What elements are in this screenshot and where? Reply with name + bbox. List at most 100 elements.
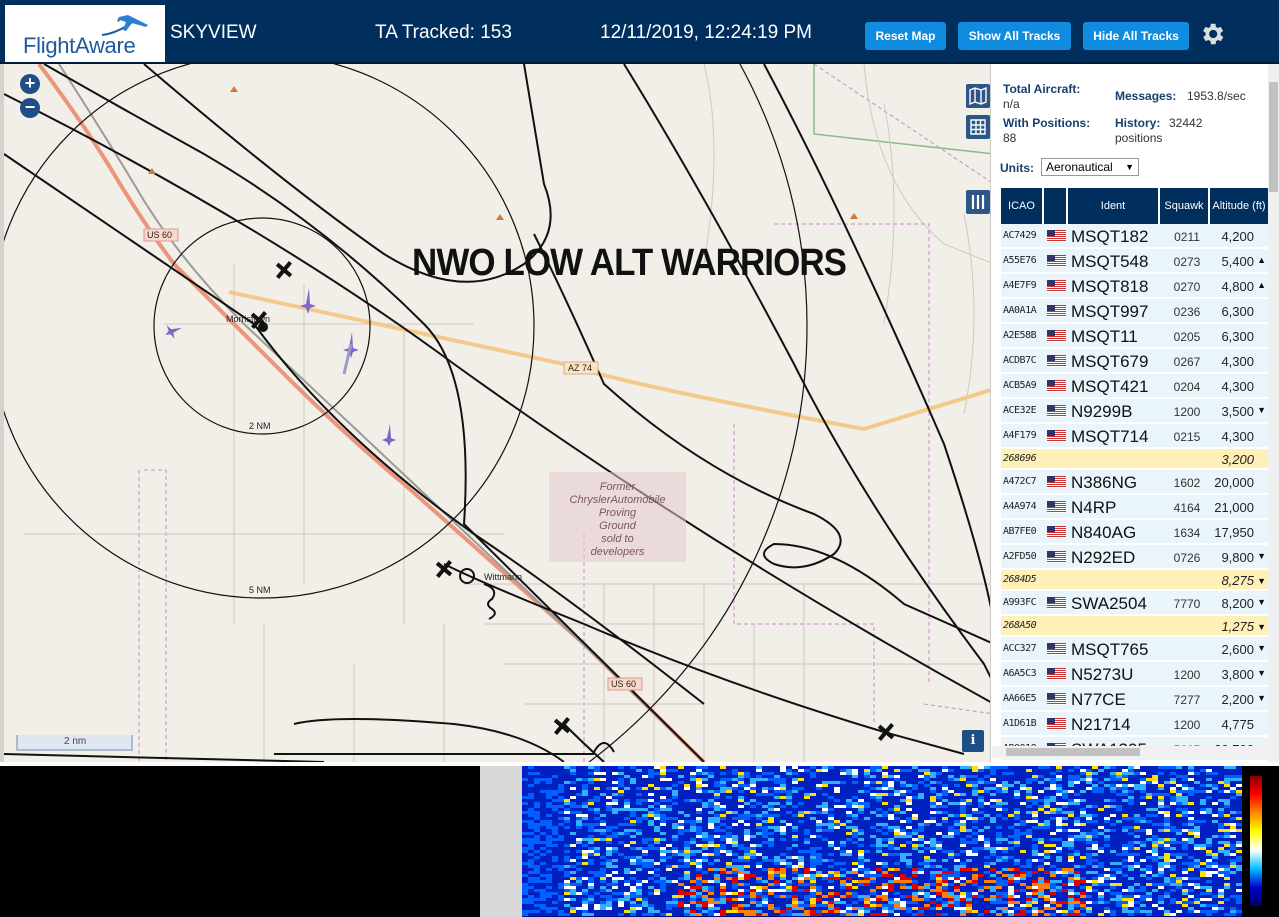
table-row[interactable]: ACB5A9 MSQT421 0204 4,300 [1001, 374, 1268, 398]
flightaware-logo[interactable]: FlightAware [5, 5, 165, 62]
hide-all-tracks-button[interactable]: Hide All Tracks [1083, 22, 1189, 50]
ident-cell: N5273U [1071, 665, 1134, 684]
table-row[interactable]: AB7FE0 N840AG 1634 17,950 [1001, 520, 1268, 544]
squawk-cell: 0205 [1173, 330, 1201, 344]
table-row[interactable]: ACDB7C MSQT679 0267 4,300 [1001, 349, 1268, 373]
table-row[interactable]: A4A974 N4RP 4164 21,000 [1001, 495, 1268, 519]
altitude-trend-icon: ▲ [1257, 280, 1266, 290]
ident-cell: N21714 [1071, 715, 1131, 734]
ident-cell: N4RP [1071, 498, 1117, 517]
altitude-cell: 6,300 [1221, 329, 1254, 344]
altitude-trend-icon: ▲ [1257, 255, 1266, 265]
altitude-cell: 3,500 [1221, 404, 1254, 419]
table-row[interactable]: 268A50 1,275 ▼ [1001, 616, 1268, 636]
with-positions-value: 88 [1003, 131, 1017, 145]
altitude-cell: 4,775 [1221, 717, 1254, 732]
table-row[interactable]: ACE32E N9299B 1200 3,500 ▼ [1001, 399, 1268, 423]
table-row[interactable]: A4E7F9 MSQT818 0270 4,800 ▲ [1001, 274, 1268, 298]
gear-icon[interactable] [1198, 20, 1226, 48]
table-row[interactable]: A4F179 MSQT714 0215 4,300 [1001, 424, 1268, 448]
altitude-trend-icon: ▼ [1257, 597, 1266, 607]
grid-icon[interactable] [966, 115, 990, 139]
map-view[interactable]: + − US 60 AZ 74 US 60 2 NM 5 NM Morristo… [0, 64, 990, 762]
units-select[interactable]: Aeronautical ▼ [1041, 158, 1139, 176]
us-flag-icon [1047, 693, 1066, 705]
colorbar [1250, 776, 1262, 906]
icao-cell: ACDB7C [1003, 355, 1037, 366]
table-row[interactable]: ACC327 MSQT765 2,600 ▼ [1001, 637, 1268, 661]
ident-cell: MSQT997 [1071, 302, 1149, 321]
app-title: SKYVIEW [170, 22, 257, 43]
us-flag-icon [1047, 380, 1066, 392]
ident-cell: N840AG [1071, 523, 1137, 542]
ident-cell: MSQT421 [1071, 377, 1149, 396]
zoom-out-button[interactable]: − [20, 98, 40, 118]
columns-icon[interactable] [966, 190, 990, 214]
with-positions-label: With Positions: [1003, 116, 1091, 130]
altitude-cell: 8,275 [1221, 573, 1254, 588]
info-button[interactable]: i [962, 730, 984, 752]
altitude-trend-icon: ▼ [1257, 622, 1266, 632]
squawk-cell: 1602 [1173, 476, 1201, 490]
reset-map-button[interactable]: Reset Map [865, 22, 946, 50]
altitude-cell: 2,200 [1221, 692, 1254, 707]
col-header-flag[interactable] [1044, 188, 1068, 224]
squawk-cell: 0236 [1173, 305, 1201, 319]
us-flag-icon [1047, 330, 1066, 342]
table-row[interactable]: 2684D5 8,275 ▼ [1001, 570, 1268, 590]
us-flag-icon [1047, 551, 1066, 563]
icao-cell: A6A5C3 [1003, 668, 1037, 679]
history-unit: positions [1115, 131, 1163, 145]
icao-cell: A55E76 [1003, 255, 1037, 266]
us-flag-icon [1047, 430, 1066, 442]
messages-value: 1953.8/sec [1187, 89, 1246, 103]
table-row[interactable]: 268696 3,200 [1001, 449, 1268, 469]
icao-cell: ACB5A9 [1003, 380, 1037, 391]
table-row[interactable]: A6A5C3 N5273U 1200 3,800 ▼ [1001, 662, 1268, 686]
icao-cell: A1D61B [1003, 718, 1037, 729]
us-flag-icon [1047, 643, 1066, 655]
squawk-cell: 4164 [1173, 501, 1201, 515]
show-all-tracks-button[interactable]: Show All Tracks [958, 22, 1071, 50]
plane-logo-icon [101, 15, 148, 36]
table-row[interactable]: A1D61B N21714 1200 4,775 [1001, 712, 1268, 736]
icao-cell: A4A974 [1003, 501, 1037, 512]
squawk-cell: 7277 [1173, 693, 1201, 707]
video-panel [0, 766, 480, 917]
table-row[interactable]: A993FC SWA2504 7770 8,200 ▼ [1001, 591, 1268, 615]
col-header-icao[interactable]: ICAO [1001, 188, 1044, 224]
col-header-squawk[interactable]: Squawk [1160, 188, 1210, 224]
map-canvas [4, 64, 990, 762]
icao-cell: A472C7 [1003, 476, 1037, 487]
map-layers-icon[interactable] [966, 84, 990, 108]
table-row[interactable]: AA66E5 N77CE 7277 2,200 ▼ [1001, 687, 1268, 711]
altitude-cell: 4,300 [1221, 429, 1254, 444]
table-row[interactable]: AA0A1A MSQT997 0236 6,300 [1001, 299, 1268, 323]
squawk-cell: 0273 [1173, 255, 1201, 269]
zoom-in-button[interactable]: + [20, 74, 40, 94]
icao-cell: A2E58B [1003, 330, 1037, 341]
col-header-altitude[interactable]: Altitude (ft) [1210, 188, 1268, 224]
altitude-cell: 21,000 [1214, 500, 1254, 515]
icao-cell: A4F179 [1003, 430, 1037, 441]
units-label: Units: [1000, 161, 1034, 175]
table-row[interactable]: A2E58B MSQT11 0205 6,300 [1001, 324, 1268, 348]
us-flag-icon [1047, 230, 1066, 242]
altitude-cell: 20,000 [1214, 475, 1254, 490]
col-header-ident[interactable]: Ident [1068, 188, 1160, 224]
altitude-trend-icon: ▼ [1257, 668, 1266, 678]
altitude-cell: 3,800 [1221, 667, 1254, 682]
altitude-cell: 2,600 [1221, 642, 1254, 657]
icao-cell: 2684D5 [1003, 574, 1037, 585]
vertical-scroll-thumb[interactable] [1269, 82, 1278, 192]
table-row[interactable]: A2FD50 N292ED 0726 9,800 ▼ [1001, 545, 1268, 569]
table-row[interactable]: A472C7 N386NG 1602 20,000 [1001, 470, 1268, 494]
horizontal-scroll-thumb[interactable] [1006, 748, 1140, 756]
messages-label: Messages: [1115, 89, 1177, 103]
us-flag-icon [1047, 668, 1066, 680]
table-row[interactable]: AC7429 MSQT182 0211 4,200 [1001, 224, 1268, 248]
icao-cell: 268696 [1003, 453, 1037, 464]
altitude-trend-icon: ▼ [1257, 643, 1266, 653]
table-row[interactable]: A55E76 MSQT548 0273 5,400 ▲ [1001, 249, 1268, 273]
us60-shield-label-2: US 60 [611, 679, 637, 689]
